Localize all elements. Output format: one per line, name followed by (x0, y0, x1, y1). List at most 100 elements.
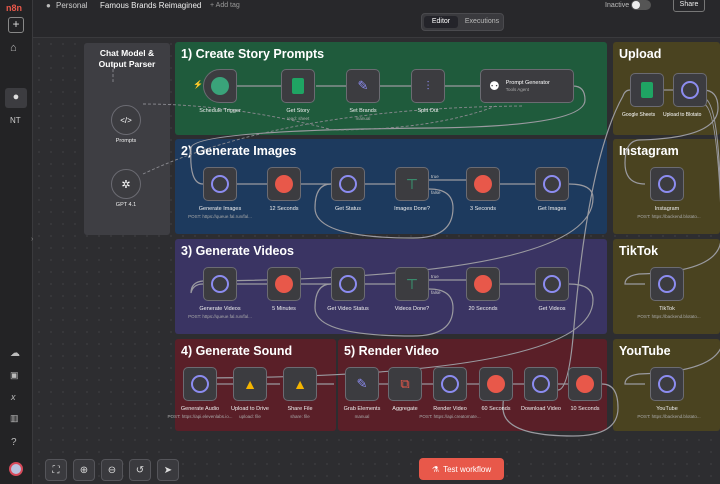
node-subtitle: POST: https://queue.fal.run/fal... (188, 214, 252, 219)
node-label: Get Videos (538, 306, 566, 312)
upload-to-blotato-node[interactable] (673, 73, 707, 107)
node-subtitle: POST: https://api.creatomate... (419, 414, 481, 419)
instagram-post-node[interactable] (650, 167, 684, 201)
avatar[interactable] (9, 462, 23, 476)
cloud-icon[interactable]: ☁ (10, 348, 20, 359)
tab-editor[interactable]: Editor (424, 16, 458, 28)
workspace-breadcrumb[interactable]: Personal (56, 1, 88, 10)
add-tag-link[interactable]: + Add tag (210, 2, 240, 9)
prompt-generator-node[interactable]: ⚉ Prompt Generator Tools Agent (480, 69, 574, 103)
wait-12-seconds-node[interactable] (267, 167, 301, 201)
node-subtitle: POST: https://backend.blotato... (637, 314, 701, 319)
google-sheets-icon (292, 78, 304, 94)
node-label: Get Images (537, 206, 567, 212)
get-video-status-node[interactable] (331, 267, 365, 301)
images-done-if-node[interactable]: ⊤ (395, 167, 429, 201)
active-toggle[interactable] (631, 0, 651, 10)
wait-5-minutes-node[interactable] (267, 267, 301, 301)
node-label: Schedule Trigger (199, 108, 241, 114)
pause-icon (474, 175, 492, 193)
user-icon[interactable]: ● (5, 88, 27, 108)
zoom-out-button[interactable]: ⊖ (101, 459, 123, 481)
set-brands-node[interactable]: ✎ (346, 69, 380, 103)
openai-icon: ✲ (121, 178, 131, 191)
aggregate-icon: ⧉ (400, 376, 410, 391)
split-out-node[interactable]: ⫶ (411, 69, 445, 103)
node-subtitle: POST: https://backend.blotato... (637, 414, 701, 419)
download-video-node[interactable] (524, 367, 558, 401)
node-label: 10 Seconds (570, 406, 600, 412)
share-file-node[interactable]: ▲ (283, 367, 317, 401)
pause-icon (487, 375, 505, 393)
globe-icon (211, 275, 229, 293)
globe-icon (658, 275, 676, 293)
videos-done-if-node[interactable]: ⊤ (395, 267, 429, 301)
grab-elements-node[interactable]: ✎ (345, 367, 379, 401)
pencil-icon: ✎ (356, 376, 368, 391)
wait-3-seconds-node[interactable] (466, 167, 500, 201)
node-label: YouTube (656, 406, 678, 412)
google-sheets-node[interactable] (630, 73, 664, 107)
pause-icon (576, 375, 594, 393)
node-label: Get Story (286, 108, 310, 114)
aggregate-node[interactable]: ⧉ (388, 367, 422, 401)
code-icon: </> (120, 115, 132, 125)
true-branch-label: true (431, 174, 439, 179)
cursor-icon: ➤ (163, 464, 173, 476)
get-images-node[interactable] (535, 167, 569, 201)
generate-images-node[interactable] (203, 167, 237, 201)
test-workflow-button[interactable]: ⚗ Test workflow (419, 458, 504, 480)
home-icon[interactable]: ⌂ (10, 42, 17, 54)
help-icon[interactable]: ? (11, 437, 17, 448)
youtube-post-node[interactable] (650, 367, 684, 401)
node-label: Generate Videos (199, 306, 241, 312)
upload-to-drive-node[interactable]: ▲ (233, 367, 267, 401)
node-subtitle: read: sheet (286, 116, 310, 121)
node-label: Share File (287, 406, 313, 412)
insights-icon[interactable]: ▥ (10, 413, 19, 424)
inbox-icon[interactable]: ▣ (10, 370, 19, 381)
node-label: Get Video Status (327, 306, 369, 312)
fit-view-button[interactable]: ⛶ (45, 459, 67, 481)
schedule-trigger-node[interactable] (203, 69, 237, 103)
variables-icon[interactable]: x (11, 392, 16, 402)
cursor-button[interactable]: ➤ (157, 459, 179, 481)
gpt-model-node[interactable]: ✲ (111, 169, 141, 199)
robot-icon: ⚉ (489, 79, 500, 93)
undo-icon: ↺ (135, 464, 145, 476)
globe-icon (211, 175, 229, 193)
wait-60-seconds-node[interactable] (479, 367, 513, 401)
generate-audio-node[interactable] (183, 367, 217, 401)
undo-button[interactable]: ↺ (129, 459, 151, 481)
wait-10-seconds-node[interactable] (568, 367, 602, 401)
node-subtitle: manual (354, 414, 370, 419)
add-icon[interactable]: + (8, 17, 24, 33)
left-sidebar: n8n + ⌂ ● NT › ☁ ▣ x ▥ ? (0, 0, 33, 484)
zoom-in-button[interactable]: ⊕ (73, 459, 95, 481)
get-story-node[interactable] (281, 69, 315, 103)
get-videos-node[interactable] (535, 267, 569, 301)
get-status-node[interactable] (331, 167, 365, 201)
tab-executions[interactable]: Executions (462, 16, 502, 28)
generate-videos-node[interactable] (203, 267, 237, 301)
globe-icon (532, 375, 550, 393)
tiktok-post-node[interactable] (650, 267, 684, 301)
n8n-logo[interactable]: n8n (6, 3, 26, 13)
node-subtitle: share: file (290, 414, 310, 419)
node-label: 5 Minutes (272, 306, 296, 312)
share-button[interactable]: Share (673, 0, 705, 12)
wait-20-seconds-node[interactable] (466, 267, 500, 301)
node-label: 3 Seconds (470, 206, 496, 212)
node-label: Upload to Blotato (663, 112, 702, 118)
workflow-canvas[interactable]: Chat Model & Output Parser 1) Create Sto… (33, 38, 720, 484)
prompts-parser-node[interactable]: </> (111, 105, 141, 135)
user-initials: NT (10, 116, 21, 125)
workflow-title[interactable]: Famous Brands Reimagined (100, 1, 201, 10)
node-subtitle: Tools Agent (505, 87, 530, 92)
node-label: Prompt Generator (505, 80, 550, 86)
render-video-node[interactable] (433, 367, 467, 401)
split-icon: ⫶ (426, 78, 430, 93)
fit-view-icon: ⛶ (52, 464, 60, 476)
trigger-bolt-icon: ⚡ (193, 80, 203, 89)
node-subtitle: POST: https://queue.fal.run/fal... (188, 314, 252, 319)
